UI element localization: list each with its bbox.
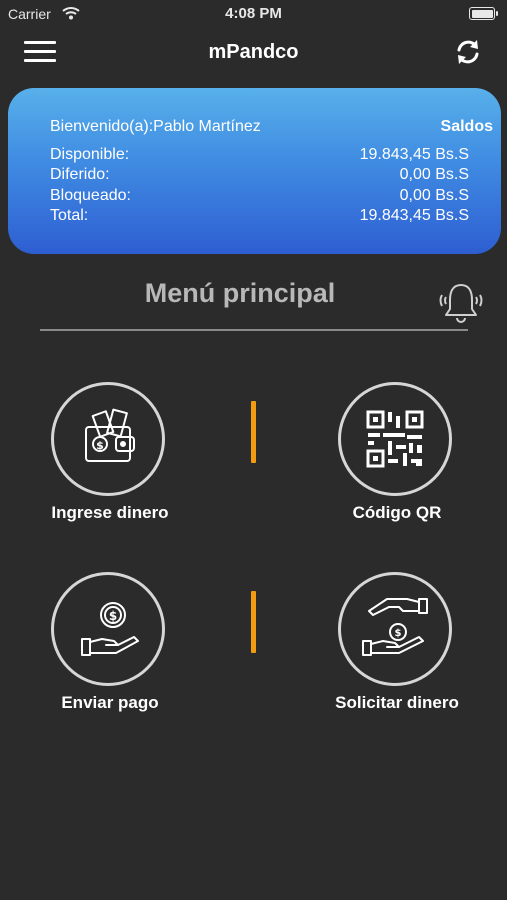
tile-circle: $ (51, 382, 165, 496)
hands-exchange-icon: $ (362, 598, 428, 656)
status-bar: Carrier 4:08 PM (0, 0, 507, 28)
enviar-pago-button[interactable]: $ Enviar pago (15, 572, 205, 722)
orange-separator (251, 401, 256, 463)
balance-value: 0,00 Bs.S (399, 166, 469, 183)
welcome-text: Bienvenido(a):Pablo Martínez (50, 118, 261, 135)
ingrese-dinero-button[interactable]: $ Ingrese dinero (15, 382, 205, 532)
balance-value: 19.843,45 Bs.S (359, 146, 469, 163)
orange-separator (251, 591, 256, 653)
refresh-icon[interactable] (453, 37, 483, 67)
balance-label: Bloqueado: (50, 187, 131, 204)
codigo-qr-button[interactable]: Código QR (302, 382, 492, 532)
tile-label: Enviar pago (61, 693, 159, 712)
svg-text:$: $ (395, 628, 402, 639)
balance-row-total: Total: 19.843,45 Bs.S (50, 207, 469, 227)
balance-label: Diferido: (50, 166, 110, 183)
battery-icon (469, 7, 498, 20)
balance-row-disponible: Disponible: 19.843,45 Bs.S (50, 146, 469, 166)
balance-label: Total: (50, 207, 89, 224)
hand-coin-icon: $ (81, 602, 139, 656)
balance-card: Bienvenido(a):Pablo Martínez Saldos Disp… (8, 88, 501, 254)
wallet-money-icon: $ (85, 408, 135, 462)
saldos-button[interactable]: Saldos (441, 118, 493, 136)
balance-row-diferido: Diferido: 0,00 Bs.S (50, 166, 469, 186)
qr-code-icon (366, 410, 424, 468)
balance-label: Disponible: (50, 146, 130, 163)
bell-icon[interactable] (437, 280, 485, 324)
menu-divider (40, 329, 468, 331)
tile-circle: $ (338, 572, 452, 686)
tile-circle: $ (51, 572, 165, 686)
tile-label: Ingrese dinero (51, 503, 169, 522)
tile-label: Solicitar dinero (335, 693, 459, 712)
tile-circle (338, 382, 452, 496)
solicitar-dinero-button[interactable]: $ Solicitar dinero (302, 572, 492, 722)
clock: 4:08 PM (225, 5, 282, 22)
tile-label: Código QR (352, 503, 442, 522)
balance-value: 19.843,45 Bs.S (359, 207, 469, 224)
nav-bar: mPandco (0, 28, 507, 78)
balance-row-bloqueado: Bloqueado: 0,00 Bs.S (50, 187, 469, 207)
menu-title: Menú principal (144, 278, 336, 308)
svg-text:$: $ (109, 609, 117, 623)
svg-text:$: $ (96, 439, 104, 452)
app-title: mPandco (208, 41, 299, 63)
balance-value: 0,00 Bs.S (399, 187, 469, 204)
